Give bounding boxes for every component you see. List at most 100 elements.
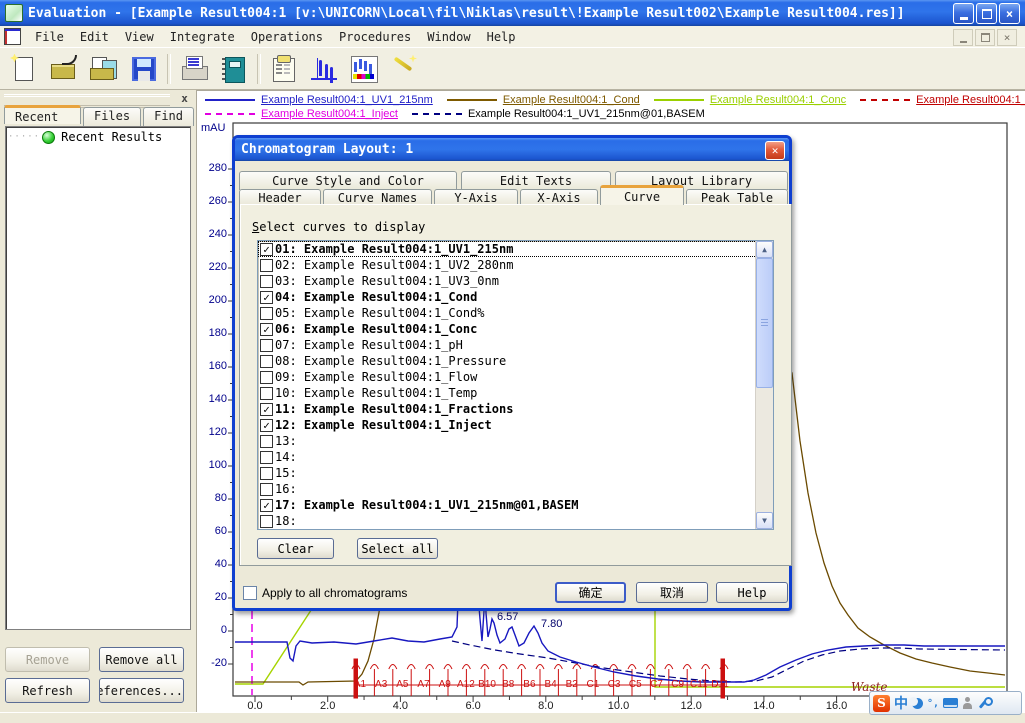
legend-label[interactable]: Example Result004:1_Cond [503, 94, 640, 106]
curve-checkbox-11[interactable]: ✓ [260, 403, 273, 416]
select-all-button[interactable]: Select all [357, 538, 438, 559]
curve-list-item-10[interactable]: 10: Example Result004:1_Temp [258, 385, 773, 401]
curve-list-item-06[interactable]: ✓06: Example Result004:1_Conc [258, 321, 773, 337]
keyboard-icon[interactable] [943, 698, 958, 708]
panel-close-icon[interactable]: x [177, 91, 192, 105]
tab-x-axis[interactable]: X-Axis [520, 189, 598, 205]
clear-button[interactable]: Clear [257, 538, 334, 559]
curve-list-item-11[interactable]: ✓11: Example Result004:1_Fractions [258, 401, 773, 417]
mdi-close-button[interactable]: × [997, 29, 1017, 46]
curve-checkbox-14[interactable] [260, 451, 273, 464]
legend-item[interactable]: Example Result004:1_Conc [654, 94, 846, 106]
curve-listbox[interactable]: ✓01: Example Result004:1_UV1_215nm02: Ex… [257, 240, 774, 530]
curve-list-item-02[interactable]: 02: Example Result004:1_UV2_280nm [258, 257, 773, 273]
mdi-minimize-button[interactable] [953, 29, 973, 46]
document-icon[interactable] [4, 28, 21, 45]
ok-button[interactable]: 确定 [555, 582, 626, 603]
dialog-titlebar[interactable]: Chromatogram Layout: 1 ✕ [235, 138, 789, 161]
legend-label[interactable]: Example Result004:1_UV1_215nm@01,BASEM [468, 108, 705, 120]
person-icon[interactable] [962, 697, 973, 709]
curve-checkbox-08[interactable] [260, 355, 273, 368]
close-button[interactable]: × [999, 3, 1020, 24]
chinese-mode-icon[interactable]: 中 [894, 693, 908, 713]
curve-checkbox-15[interactable] [260, 467, 273, 480]
minimize-button[interactable] [953, 3, 974, 24]
restore-button[interactable] [976, 3, 997, 24]
hist-button[interactable] [344, 51, 384, 87]
curve-checkbox-16[interactable] [260, 483, 273, 496]
legend-item[interactable]: Example Result004:1_UV1_215nm [205, 94, 433, 106]
curve-list-item-15[interactable]: 15: [258, 465, 773, 481]
curve-checkbox-09[interactable] [260, 371, 273, 384]
curve-checkbox-10[interactable] [260, 387, 273, 400]
scroll-down-button[interactable]: ▼ [756, 512, 773, 529]
tab-y-axis[interactable]: Y-Axis [434, 189, 518, 205]
curve-checkbox-17[interactable]: ✓ [260, 499, 273, 512]
legend-item[interactable]: Example Result004:1_UV1_215nm@01,BASEM [412, 108, 705, 120]
legend-label[interactable]: Example Result004:1_Fractions [916, 94, 1025, 106]
tab-peak-table[interactable]: Peak Table [686, 189, 788, 205]
curve-checkbox-03[interactable] [260, 275, 273, 288]
legend-item[interactable]: Example Result004:1_Inject [205, 108, 398, 120]
curve-list-item-17[interactable]: ✓17: Example Result004:1_UV1_215nm@01,BA… [258, 497, 773, 513]
menu-item-window[interactable]: Window [420, 28, 477, 46]
curve-list-item-04[interactable]: ✓04: Example Result004:1_Cond [258, 289, 773, 305]
legend-item[interactable]: Example Result004:1_Cond [447, 94, 640, 106]
curve-list-item-07[interactable]: 07: Example Result004:1_pH [258, 337, 773, 353]
curve-checkbox-06[interactable]: ✓ [260, 323, 273, 336]
moon-icon[interactable] [912, 698, 923, 709]
wrench-icon[interactable] [977, 697, 990, 710]
tree-item-recent-results[interactable]: ····· Recent Results [6, 127, 190, 144]
scroll-thumb[interactable] [756, 258, 773, 388]
curve-checkbox-01[interactable]: ✓ [260, 243, 273, 256]
remove-all-button[interactable]: Remove all [99, 647, 184, 672]
apply-checkbox[interactable] [243, 586, 257, 600]
curve-list-item-09[interactable]: 09: Example Result004:1_Flow [258, 369, 773, 385]
remove-button[interactable]: Remove [5, 647, 90, 672]
curve-checkbox-05[interactable] [260, 307, 273, 320]
curve-list-item-14[interactable]: 14: [258, 449, 773, 465]
curve-list-item-18[interactable]: 18: [258, 513, 773, 529]
curve-list-item-05[interactable]: 05: Example Result004:1_Cond% [258, 305, 773, 321]
menu-item-procedures[interactable]: Procedures [332, 28, 418, 46]
cancel-button[interactable]: 取消 [636, 582, 708, 603]
curve-list-item-03[interactable]: 03: Example Result004:1_UV3_0nm [258, 273, 773, 289]
tab-curve-style-and-color[interactable]: Curve Style and Color [239, 171, 457, 190]
save-button[interactable] [124, 51, 164, 87]
curve-checkbox-12[interactable]: ✓ [260, 419, 273, 432]
report-button[interactable] [264, 51, 304, 87]
menu-item-edit[interactable]: Edit [73, 28, 116, 46]
sogou-logo-icon[interactable]: S [873, 695, 890, 712]
list-scrollbar[interactable]: ▲ ▼ [755, 241, 773, 529]
tab-curve-names[interactable]: Curve Names [323, 189, 432, 205]
curve-list-item-08[interactable]: 08: Example Result004:1_Pressure [258, 353, 773, 369]
wand-button[interactable] [384, 51, 424, 87]
curve-checkbox-04[interactable]: ✓ [260, 291, 273, 304]
preferences-button[interactable]: Preferences... [99, 678, 184, 703]
menu-item-operations[interactable]: Operations [244, 28, 330, 46]
open-button[interactable] [44, 51, 84, 87]
legend-label[interactable]: Example Result004:1_Conc [710, 94, 846, 106]
print-button[interactable] [174, 51, 214, 87]
curve-list-item-01[interactable]: ✓01: Example Result004:1_UV1_215nm [258, 241, 773, 257]
dialog-close-button[interactable]: ✕ [765, 141, 785, 160]
sidebar-tab-find[interactable]: Find [143, 107, 194, 126]
refresh-button[interactable]: Refresh [5, 678, 90, 703]
curve-checkbox-18[interactable] [260, 515, 273, 528]
copy-button[interactable] [84, 51, 124, 87]
tab-curve[interactable]: Curve [600, 185, 684, 205]
help-button[interactable]: Help [716, 582, 788, 603]
sidebar-tab-files[interactable]: Files [83, 107, 141, 126]
tab-header[interactable]: Header [239, 189, 321, 205]
curve-list-item-12[interactable]: ✓12: Example Result004:1_Inject [258, 417, 773, 433]
menu-item-help[interactable]: Help [480, 28, 523, 46]
sidebar-tab-recent-runs[interactable]: Recent Runs [4, 105, 81, 124]
punctuation-icon[interactable]: °, [927, 698, 939, 709]
curve-list-item-16[interactable]: 16: [258, 481, 773, 497]
curve-checkbox-07[interactable] [260, 339, 273, 352]
scroll-up-button[interactable]: ▲ [756, 241, 773, 258]
menu-item-integrate[interactable]: Integrate [163, 28, 242, 46]
menu-item-file[interactable]: File [28, 28, 71, 46]
curve-button[interactable] [304, 51, 344, 87]
tab-edit-texts[interactable]: Edit Texts [461, 171, 611, 190]
